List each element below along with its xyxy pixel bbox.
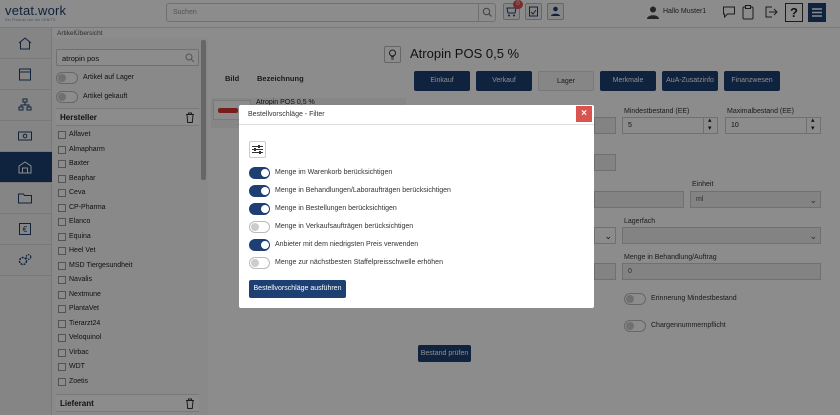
toggle-switch[interactable]	[249, 221, 270, 233]
dialog-title: Bestellvorschläge - Filter	[248, 111, 325, 118]
order-suggestions-filter-dialog: Bestellvorschläge - Filter × Menge im Wa…	[239, 105, 594, 308]
option-label: Menge in Behandlungen/Laboraufträgen ber…	[275, 187, 451, 194]
toggle-switch[interactable]	[249, 203, 270, 215]
sliders-icon	[252, 145, 263, 154]
option-label: Menge in Bestellungen berücksichtigen	[275, 205, 397, 212]
option-label: Menge in Verkaufsaufträgen berücksichtig…	[275, 223, 414, 230]
close-icon: ×	[581, 108, 587, 119]
toggle-switch[interactable]	[249, 167, 270, 179]
option-label: Menge zur nächstbesten Staffelpreisschwe…	[275, 259, 443, 266]
option-label: Anbieter mit dem niedrigsten Preis verwe…	[275, 241, 419, 248]
filter-settings-button[interactable]	[249, 141, 266, 158]
toggle-switch[interactable]	[249, 185, 270, 197]
dialog-header: Bestellvorschläge - Filter ×	[239, 105, 594, 125]
close-button[interactable]: ×	[576, 106, 592, 122]
toggle-switch[interactable]	[249, 239, 270, 251]
run-order-suggestions-button[interactable]: Bestellvorschläge ausführen	[249, 280, 346, 298]
toggle-switch[interactable]	[249, 257, 270, 269]
option-label: Menge im Warenkorb berücksichtigen	[275, 169, 393, 176]
